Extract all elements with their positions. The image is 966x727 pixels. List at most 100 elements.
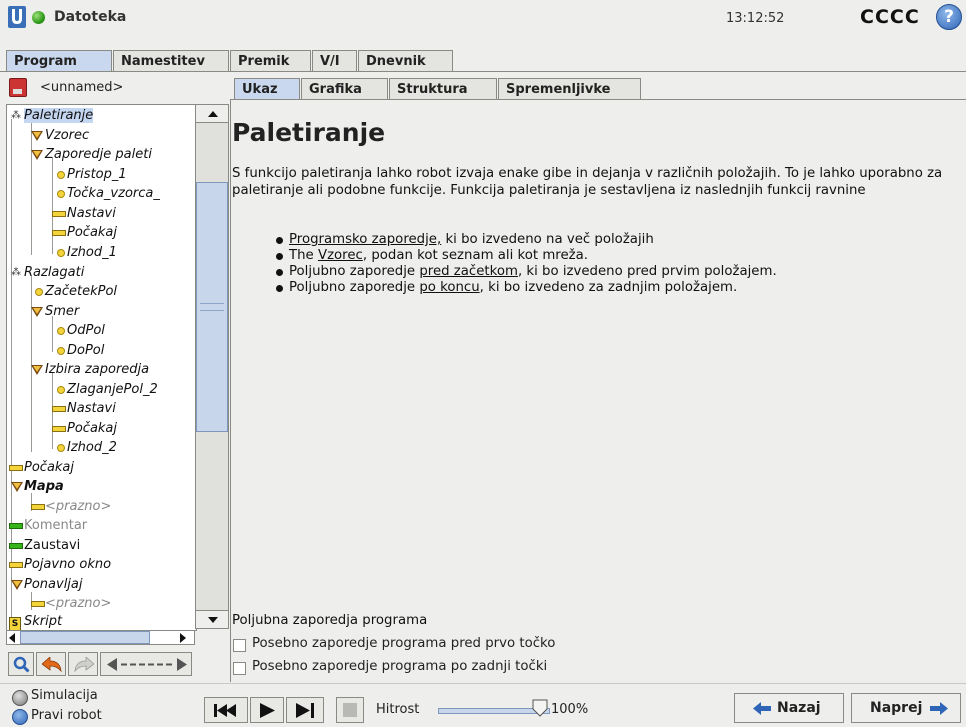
tab-grafika[interactable]: Grafika [301, 78, 388, 99]
top-bar [0, 0, 966, 36]
move-node-button[interactable] [100, 652, 192, 676]
simulation-radio[interactable] [12, 690, 28, 706]
tab-program[interactable]: Program [6, 50, 112, 72]
list-item: Programsko zaporedje, ki bo izvedeno na … [275, 232, 777, 248]
real-robot-radio[interactable] [12, 709, 28, 725]
next-button[interactable]: Naprej [851, 693, 961, 723]
link[interactable]: pred začetkom [419, 264, 518, 279]
arrow-left-icon [753, 702, 771, 715]
link[interactable]: Programsko zaporedje, [289, 232, 441, 247]
stop-button[interactable] [336, 697, 364, 723]
pallet-icon: ⁂ [11, 267, 21, 278]
tab-struktura[interactable]: Struktura [389, 78, 497, 99]
tree-connector [31, 276, 32, 452]
step-icon [296, 703, 314, 718]
before-sequence-checkbox[interactable] [233, 639, 246, 652]
before-sequence-label: Posebno zaporedje programa pred prvo toč… [252, 636, 556, 651]
set-icon [52, 406, 66, 412]
feature-list: Programsko zaporedje, ki bo izvedeno na … [275, 232, 777, 296]
waypoint-icon [57, 386, 65, 394]
link[interactable]: Vzorec [318, 248, 363, 263]
program-tree: ⁂ Paletiranje Vzorec Zaporedje paleti Pri… [6, 104, 197, 631]
waypoint-icon [57, 249, 65, 257]
folder-icon [31, 131, 43, 141]
list-item: The Vzorec, podan kot seznam ali kot mre… [275, 248, 777, 264]
after-sequence-checkbox[interactable] [233, 662, 246, 675]
program-filename: <unnamed> [40, 80, 124, 95]
arrow-up-icon [208, 111, 218, 117]
tab-spremenljivke[interactable]: Spremenljivke [498, 78, 641, 99]
search-button[interactable] [8, 652, 34, 676]
set-icon [52, 211, 66, 217]
undo-button[interactable] [36, 652, 66, 676]
help-icon[interactable]: ? [936, 4, 962, 30]
step-button[interactable] [286, 697, 324, 723]
wait-icon [52, 426, 66, 432]
page-title: Paletiranje [232, 118, 386, 147]
list-item: Poljubno zaporedje pred začetkom, ki bo … [275, 264, 777, 280]
hscroll-thumb[interactable] [20, 631, 150, 644]
comment-icon [9, 523, 23, 529]
clock: 13:12:52 [726, 11, 785, 26]
waypoint-icon [35, 288, 43, 296]
waypoint-icon [57, 444, 65, 452]
save-icon[interactable] [9, 78, 27, 97]
pallet-icon: ⁂ [11, 110, 21, 121]
arrow-right-icon[interactable] [178, 633, 186, 643]
rewind-icon [214, 704, 236, 717]
arrow-right-icon [930, 702, 948, 715]
stop-icon [343, 703, 357, 717]
folder-icon [31, 365, 43, 375]
after-sequence-label: Posebno zaporedje programa po zadnji toč… [252, 659, 548, 674]
folder-icon [31, 150, 43, 160]
robot-name: CCCC [860, 6, 920, 28]
undo-icon [42, 657, 62, 672]
folder-icon [11, 482, 23, 492]
scroll-thumb[interactable] [196, 182, 228, 432]
tab-premik[interactable]: Premik [230, 50, 311, 71]
waypoint-icon [57, 171, 65, 179]
redo-button[interactable] [68, 652, 98, 676]
tab-namestitev[interactable]: Namestitev [113, 50, 229, 71]
search-icon [13, 656, 30, 673]
rewind-button[interactable] [204, 697, 248, 723]
ur-logo-icon [8, 6, 26, 28]
tab-divider [0, 71, 966, 72]
waypoint-icon [57, 190, 65, 198]
empty-icon [31, 504, 45, 510]
scroll-up-button[interactable] [195, 104, 229, 123]
loop-icon [11, 580, 23, 590]
speed-label: Hitrost [376, 702, 420, 717]
options-title: Poljubna zaporedja programa [232, 613, 428, 628]
tree-connector [52, 316, 53, 352]
back-button[interactable]: Nazaj [734, 693, 844, 723]
script-icon: S [9, 617, 21, 630]
move-arrows-icon [107, 658, 187, 671]
speed-slider-thumb[interactable] [532, 699, 548, 717]
tab-dnevnik[interactable]: Dnevnik [358, 50, 453, 71]
link[interactable]: po koncu [419, 280, 479, 295]
waypoint-icon [57, 347, 65, 355]
list-item: Poljubno zaporedje po koncu, ki bo izved… [275, 280, 777, 296]
scroll-down-button[interactable] [195, 610, 229, 629]
file-menu[interactable]: Datoteka [54, 9, 126, 25]
play-icon [260, 703, 275, 718]
tree-connector [11, 119, 12, 629]
arrow-left-icon[interactable] [9, 633, 17, 643]
description: S funkcijo paletiranja lahko robot izvaj… [232, 166, 943, 198]
wait-icon [9, 465, 23, 471]
real-robot-label: Pravi robot [31, 708, 102, 723]
redo-icon [74, 657, 94, 672]
folder-icon [31, 307, 43, 317]
tree-connector [52, 158, 53, 254]
waypoint-icon [57, 327, 65, 335]
simulation-label: Simulacija [31, 688, 98, 703]
play-button[interactable] [250, 697, 284, 723]
tab-ukaz[interactable]: Ukaz [234, 78, 300, 100]
status-icon [32, 11, 45, 24]
speed-value: 100% [551, 702, 589, 717]
empty-icon [31, 601, 45, 607]
tab-vi[interactable]: V/I [312, 50, 357, 71]
wait-icon [52, 230, 66, 236]
arrow-down-icon [208, 617, 218, 623]
